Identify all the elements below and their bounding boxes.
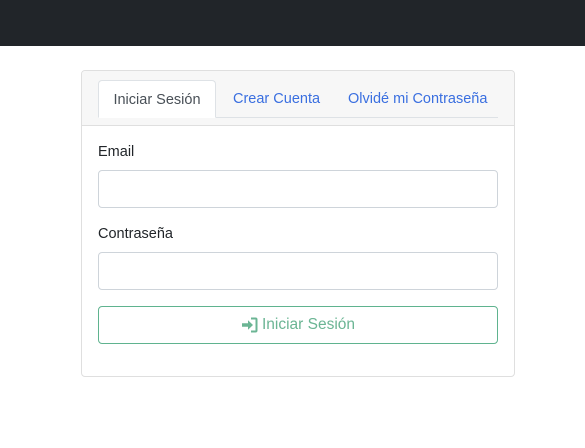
tab-crear-cuenta[interactable]: Crear Cuenta (233, 80, 320, 118)
login-card: Iniciar Sesión Crear Cuenta Olvidé mi Co… (81, 70, 515, 377)
login-submit-label: Iniciar Sesión (261, 316, 356, 333)
login-submit-button[interactable]: Iniciar Sesión (98, 306, 498, 344)
card-header-tabs: Iniciar Sesión Crear Cuenta Olvidé mi Co… (82, 71, 514, 126)
email-field[interactable] (98, 170, 498, 208)
tab-olvide-contrasena[interactable]: Olvidé mi Contraseña (348, 80, 487, 118)
email-label: Email (98, 144, 135, 160)
password-field[interactable] (98, 252, 498, 290)
sign-in-icon (241, 317, 258, 333)
password-label: Contraseña (98, 226, 173, 242)
top-navbar (0, 0, 585, 46)
tab-iniciar-sesion[interactable]: Iniciar Sesión (98, 80, 216, 118)
